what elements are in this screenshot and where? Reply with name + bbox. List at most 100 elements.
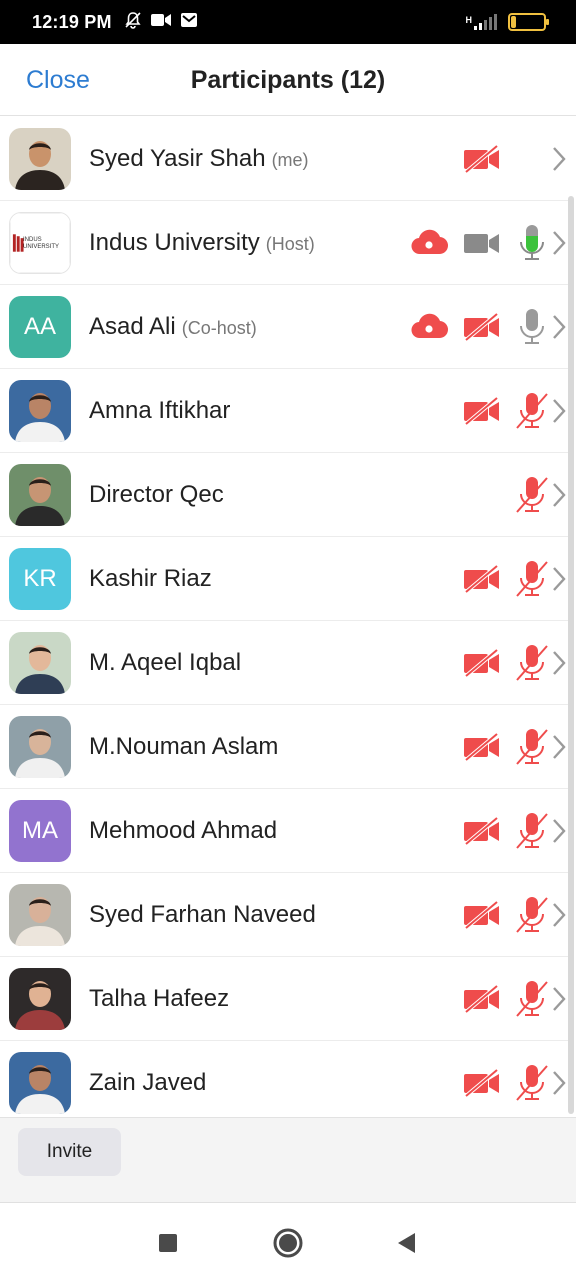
status-time: 12:19 PM: [32, 11, 112, 32]
chevron-right-icon[interactable]: [548, 309, 570, 345]
mic-muted-icon: [514, 978, 550, 1020]
video-off-icon: [461, 562, 503, 596]
participant-row[interactable]: Zain Javed: [0, 1041, 570, 1117]
participant-name-text: Zain Javed: [89, 1068, 207, 1096]
participant-name: Amna Iftikhar: [89, 397, 230, 425]
android-nav-bar: [0, 1203, 576, 1280]
participant-row[interactable]: MA Mehmood Ahmad: [0, 789, 570, 873]
participant-row[interactable]: M.Nouman Aslam: [0, 705, 570, 789]
participant-row[interactable]: Director Qec: [0, 453, 570, 537]
participant-row[interactable]: KR Kashir Riaz: [0, 537, 570, 621]
mic-muted-icon: [514, 390, 550, 432]
avatar: MA: [9, 799, 71, 862]
participant-name: Mehmood Ahmad: [89, 817, 277, 845]
participants-footer: Invite: [0, 1117, 576, 1203]
participant-name: Asad Ali (Co-host): [89, 313, 257, 341]
participant-name-text: M.Nouman Aslam: [89, 732, 279, 760]
participant-row[interactable]: AA Asad Ali (Co-host): [0, 285, 570, 369]
video-off-icon: [461, 394, 503, 428]
list-scrollbar[interactable]: [568, 196, 574, 1114]
participant-role: (Co-host): [181, 317, 257, 338]
mic-muted-icon: [514, 1062, 550, 1104]
video-off-icon: [461, 142, 503, 176]
participant-row[interactable]: Syed Yasir Shah (me): [0, 117, 570, 201]
participant-name-text: M. Aqeel Iqbal: [89, 648, 242, 676]
status-system-icons: H 17: [466, 13, 549, 31]
avatar-initials: AA: [23, 312, 56, 340]
videocam-icon: [150, 12, 172, 33]
back-triangle-icon[interactable]: [388, 1225, 424, 1261]
video-off-icon: [461, 310, 503, 344]
mail-icon: [180, 12, 198, 33]
video-off-icon: [461, 982, 503, 1016]
chevron-right-icon[interactable]: [548, 1065, 570, 1101]
chevron-right-icon[interactable]: [548, 645, 570, 681]
participant-name-text: Kashir Riaz: [89, 564, 212, 592]
mobile-signal-icon: H: [466, 13, 499, 31]
participant-name-text: Syed Yasir Shah: [89, 144, 266, 172]
video-off-icon: [461, 646, 503, 680]
chevron-right-icon[interactable]: [548, 729, 570, 765]
mic-muted-icon: [514, 894, 550, 936]
avatar: [9, 1051, 71, 1114]
video-on-icon: [461, 226, 503, 260]
participant-name: Director Qec: [89, 481, 224, 509]
avatar: [9, 127, 71, 190]
mic-muted-icon: [514, 810, 550, 852]
network-type-label: H: [465, 15, 473, 25]
participant-row[interactable]: Amna Iftikhar: [0, 369, 570, 453]
avatar: AA: [9, 295, 71, 358]
invite-button[interactable]: Invite: [18, 1128, 121, 1176]
chevron-right-icon[interactable]: [548, 897, 570, 933]
participant-name: Syed Yasir Shah (me): [89, 145, 309, 173]
logo-text: INDUS UNIVERSITY: [23, 236, 60, 250]
participants-header: Close Participants (12): [0, 44, 576, 116]
participant-row[interactable]: INDUS UNIVERSITY Indus University (Host): [0, 201, 570, 285]
participant-name: Syed Farhan Naveed: [89, 901, 316, 929]
home-circle-icon[interactable]: [270, 1225, 306, 1261]
chevron-right-icon[interactable]: [548, 141, 570, 177]
mic-icon: [514, 222, 550, 264]
avatar-initials: MA: [22, 816, 58, 844]
mic-muted-icon: [514, 726, 550, 768]
mic-muted-icon: [514, 474, 550, 516]
mic-muted-icon: [514, 642, 550, 684]
chevron-right-icon[interactable]: [548, 393, 570, 429]
participant-name-text: Asad Ali: [89, 312, 176, 340]
participant-name-text: Syed Farhan Naveed: [89, 900, 316, 928]
page-title: Participants (12): [190, 66, 386, 94]
recents-square-icon[interactable]: [150, 1225, 186, 1261]
mic-icon: [514, 306, 550, 348]
video-off-icon: [461, 814, 503, 848]
avatar: [9, 967, 71, 1030]
cloud-recording-icon: [408, 310, 450, 344]
chevron-right-icon[interactable]: [548, 225, 570, 261]
chevron-right-icon[interactable]: [548, 561, 570, 597]
mic-muted-icon: [514, 558, 550, 600]
chevron-right-icon[interactable]: [548, 813, 570, 849]
participant-list[interactable]: Syed Yasir Shah (me) INDUS UNIVERSITY Indu…: [0, 117, 576, 1117]
participant-name-text: Amna Iftikhar: [89, 396, 231, 424]
participant-row[interactable]: Talha Hafeez: [0, 957, 570, 1041]
participant-name-text: Director Qec: [89, 480, 224, 508]
avatar: [9, 379, 71, 442]
participant-row[interactable]: M. Aqeel Iqbal: [0, 621, 570, 705]
participant-name-text: Talha Hafeez: [89, 984, 230, 1012]
participant-name: Indus University (Host): [89, 229, 315, 257]
participant-row[interactable]: Syed Farhan Naveed: [0, 873, 570, 957]
participant-name: Talha Hafeez: [89, 985, 229, 1013]
participant-name-text: Indus University: [89, 228, 260, 256]
video-off-icon: [461, 1066, 503, 1100]
avatar: [9, 463, 71, 526]
avatar: [9, 883, 71, 946]
battery-icon: 17: [508, 13, 549, 31]
participant-name: Kashir Riaz: [89, 565, 212, 593]
chevron-right-icon[interactable]: [548, 477, 570, 513]
chevron-right-icon[interactable]: [548, 981, 570, 1017]
battery-level: 17: [520, 15, 534, 29]
participant-name: Zain Javed: [89, 1069, 206, 1097]
participant-name-text: Mehmood Ahmad: [89, 816, 278, 844]
participant-role: (Host): [265, 233, 315, 254]
video-off-icon: [461, 898, 503, 932]
avatar: [9, 631, 71, 694]
